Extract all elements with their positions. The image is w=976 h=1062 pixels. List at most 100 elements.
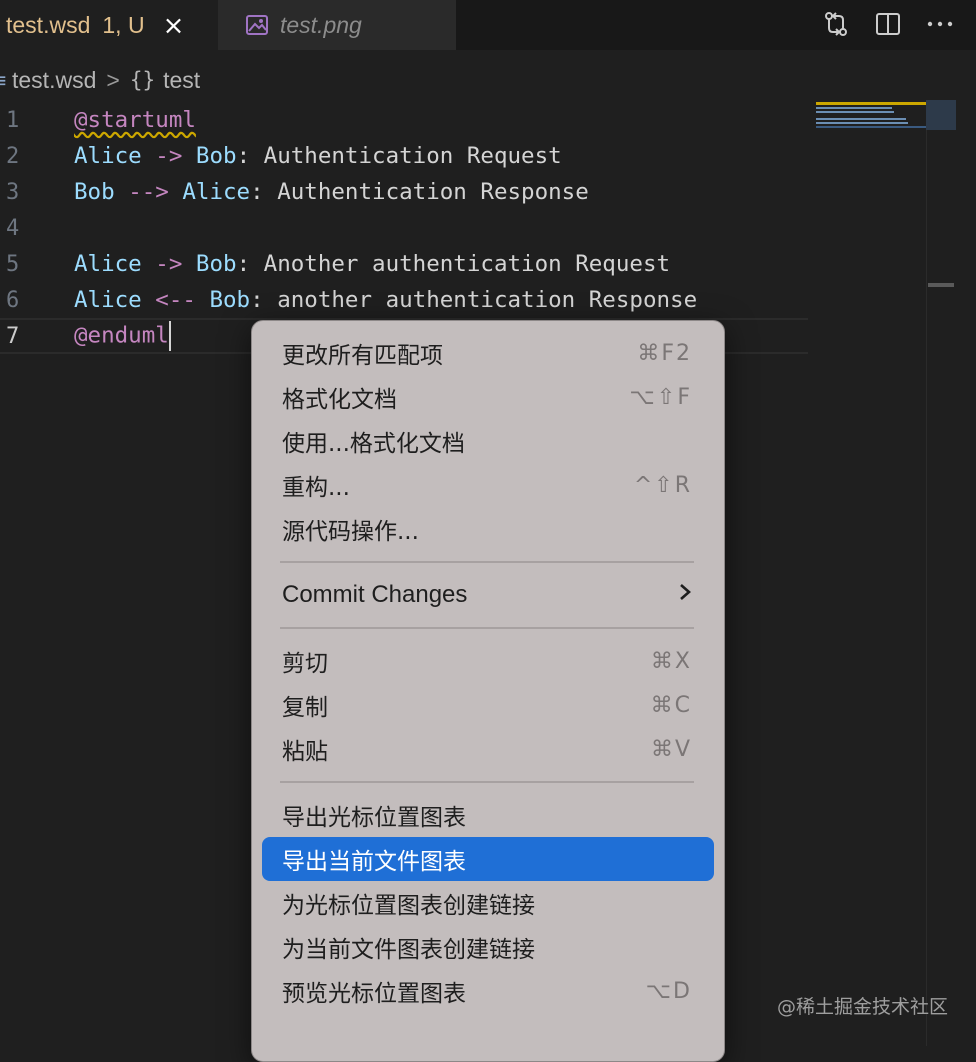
menu-item-shortcut: ⌥⇧F — [629, 384, 692, 410]
menu-item-label: 更改所有匹配项 — [282, 343, 443, 369]
code-line[interactable]: 5 Alice -> Bob: Another authentication Re… — [0, 246, 808, 282]
code-line[interactable]: 2 Alice -> Bob: Authentication Request — [0, 138, 808, 174]
line-number: 5 — [6, 251, 20, 277]
menu-separator — [280, 627, 694, 629]
image-file-icon — [246, 15, 268, 35]
menu-item[interactable]: 导出当前文件图表 — [262, 837, 714, 881]
code-token: Alice — [74, 287, 142, 313]
code-text: Alice -> Bob: Authentication Request — [74, 143, 562, 169]
menu-item[interactable]: 格式化文档 ⌥⇧F — [262, 375, 714, 419]
breadcrumb: ≡ test.wsd > {} test — [0, 60, 200, 100]
code-text: Alice -> Bob: Another authentication Req… — [74, 251, 670, 277]
symbol-namespace-icon: {} — [129, 68, 156, 92]
breadcrumb-file[interactable]: test.wsd — [12, 67, 96, 94]
file-lines-icon: ≡ — [0, 68, 7, 92]
code-text: Alice <-- Bob: another authentication Re… — [74, 287, 697, 313]
breadcrumb-symbol[interactable]: test — [163, 67, 200, 94]
code-token: : Authentication Response — [250, 179, 589, 205]
code-line[interactable]: 3 Bob --> Alice: Authentication Response — [0, 174, 808, 210]
tab-title: test.png — [280, 11, 362, 38]
code-token: Alice — [74, 251, 142, 277]
line-number: 1 — [6, 107, 20, 133]
menu-item-label: 使用...格式化文档 — [282, 431, 465, 457]
tab-title: test.wsd — [6, 12, 91, 38]
code-token: Alice — [182, 179, 251, 205]
code-token: -> — [155, 251, 183, 277]
tab-status-badge: 1, U — [102, 12, 145, 38]
menu-item[interactable]: 更改所有匹配项 ⌘F2 — [262, 331, 714, 375]
code-line[interactable]: 4 — [0, 210, 808, 246]
menu-item[interactable]: 预览光标位置图表 ⌥D — [262, 969, 714, 1013]
tab-test-wsd[interactable]: test.wsd 1, U × — [0, 0, 218, 50]
code-token: --> — [128, 179, 169, 205]
menu-item[interactable]: 剪切 ⌘X — [262, 639, 714, 683]
menu-item-shortcut: ⌥D — [645, 978, 692, 1004]
code-text: @startuml — [74, 107, 196, 133]
menu-item-label: 剪切 — [282, 651, 328, 677]
menu-item[interactable]: 使用...格式化文档 — [262, 419, 714, 463]
close-icon[interactable]: × — [163, 11, 185, 41]
watermark: @稀土掘金技术社区 — [776, 996, 948, 1018]
menu-item[interactable]: 为当前文件图表创建链接 — [262, 925, 714, 969]
code-token: <-- — [155, 287, 196, 313]
code-token: : another authentication Response — [250, 287, 698, 313]
menu-item[interactable]: 复制 ⌘C — [262, 683, 714, 727]
code-token: -> — [155, 143, 183, 169]
source-control-compare-icon[interactable] — [820, 8, 852, 40]
tab-test-png[interactable]: test.png — [218, 0, 456, 50]
text-cursor — [168, 321, 171, 351]
line-number: 2 — [6, 143, 20, 169]
split-editor-icon[interactable] — [872, 8, 904, 40]
menu-item-shortcut: ⌘F2 — [637, 340, 692, 366]
editor-actions — [820, 6, 956, 42]
code-token: Bob — [195, 251, 237, 277]
minimap-line — [816, 102, 926, 105]
minimap-line — [816, 111, 894, 113]
more-actions-icon[interactable] — [924, 8, 956, 40]
menu-item-label: 为当前文件图表创建链接 — [282, 937, 535, 963]
menu-item[interactable]: 源代码操作... — [262, 507, 714, 551]
code-line[interactable]: 1 @startuml — [0, 102, 808, 138]
code-token: Bob — [209, 287, 251, 313]
code-line[interactable]: 6 Alice <-- Bob: another authentication R… — [0, 282, 808, 318]
code-text: Bob --> Alice: Authentication Response — [74, 179, 589, 205]
menu-item-label: 预览光标位置图表 — [282, 981, 466, 1007]
tab-bar: test.wsd 1, U × test.png — [0, 0, 976, 50]
menu-item-label: 重构... — [282, 475, 350, 501]
context-menu: 更改所有匹配项 ⌘F2 格式化文档 ⌥⇧F 使用...格式化文档重构... ^⇧R 源代码操… — [251, 320, 725, 1062]
menu-item-shortcut: ⌘V — [650, 736, 692, 762]
minimap-line — [816, 107, 892, 109]
menu-item[interactable]: 导出光标位置图表 — [262, 793, 714, 837]
line-number: 6 — [6, 287, 20, 313]
code-token: @startuml — [74, 107, 196, 133]
menu-item-label: Commit Changes — [282, 581, 468, 608]
code-token: : Another authentication Request — [236, 251, 671, 277]
menu-item-shortcut: ⌘X — [650, 648, 692, 674]
menu-item-label: 导出光标位置图表 — [282, 805, 466, 831]
menu-item-label: 导出当前文件图表 — [282, 849, 466, 875]
scrollbar-thumb[interactable] — [926, 100, 956, 130]
code-token: Bob — [195, 143, 237, 169]
code-text: @enduml — [74, 321, 171, 351]
vertical-scrollbar[interactable] — [926, 100, 957, 1046]
line-number: 3 — [6, 179, 20, 205]
breadcrumb-separator: > — [106, 66, 120, 93]
code-token: Alice — [74, 143, 142, 169]
menu-item[interactable]: 粘贴 ⌘V — [262, 727, 714, 771]
menu-item-shortcut: ⌘C — [650, 692, 692, 718]
menu-item[interactable]: 重构... ^⇧R — [262, 463, 714, 507]
code-token: Bob — [74, 179, 115, 205]
minimap-line — [816, 122, 908, 124]
menu-item[interactable]: 为光标位置图表创建链接 — [262, 881, 714, 925]
minimap-line — [816, 126, 926, 128]
minimap[interactable] — [816, 102, 926, 132]
menu-item[interactable]: Commit Changes — [262, 573, 714, 617]
menu-item-label: 格式化文档 — [282, 387, 397, 413]
